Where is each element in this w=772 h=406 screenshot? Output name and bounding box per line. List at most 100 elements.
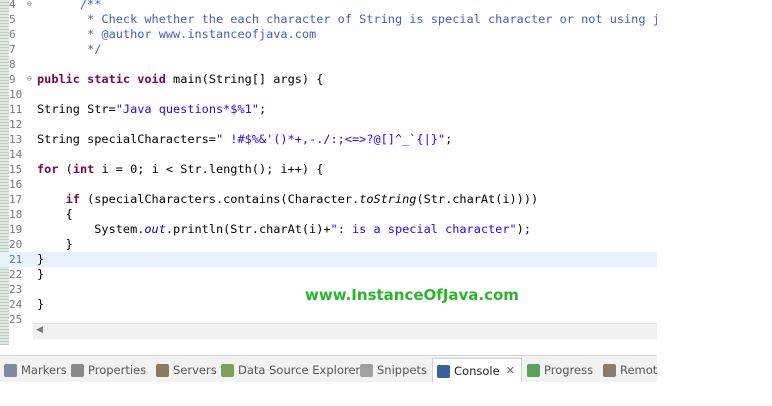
code-token: i = 0; i < Str.length(); i++) { (101, 162, 324, 176)
code-line[interactable]: 13 String specialCharacters=" !#$%&'()*+,… (0, 132, 657, 147)
code-token: } (37, 252, 45, 266)
watermark-text: www.InstanceOfJava.com (305, 286, 519, 304)
code-line[interactable]: 20 } (0, 237, 657, 252)
code-text: String Str="Java questions*$%1"; (37, 102, 266, 117)
code-text: /** (37, 0, 102, 12)
code-token: "Java questions*$%1" (115, 102, 259, 116)
code-token: } (37, 297, 45, 311)
scroll-left-arrow-icon[interactable]: ◀ (36, 325, 43, 335)
code-text: } (37, 237, 73, 252)
code-line[interactable]: 19 System.out.println(Str.charAt(i)+": i… (0, 222, 657, 237)
servers-icon (156, 363, 169, 377)
code-token: */ (37, 42, 102, 56)
fold-toggle-icon[interactable]: ⊖ (27, 0, 33, 8)
line-number: 13 (9, 133, 23, 146)
line-number: 11 (9, 103, 23, 116)
tab-markers[interactable]: Markers (4, 360, 67, 380)
code-token: toString (359, 192, 417, 206)
tab-label: Servers (173, 363, 217, 377)
code-line[interactable]: 18 { (0, 207, 657, 222)
code-line[interactable]: 17 if (specialCharacters.contains(Charac… (0, 192, 657, 207)
line-number: 5 (9, 13, 16, 26)
tab-label: Properties (88, 363, 147, 377)
properties-icon (71, 363, 84, 377)
code-token: } (37, 237, 73, 251)
tab-console[interactable]: Console ✕ (432, 358, 522, 383)
snippets-icon (360, 363, 373, 377)
console-icon (437, 364, 450, 378)
code-line[interactable]: 10 (0, 87, 657, 102)
line-number: 17 (9, 193, 23, 206)
close-icon[interactable]: ✕ (506, 361, 515, 381)
code-token: " !#$%&'()*+,-./:;<=>?@[]^_`{|}" (215, 132, 446, 146)
code-token: } (37, 267, 45, 281)
line-number: 9 (9, 73, 16, 86)
code-token: int (72, 162, 102, 176)
line-number: 20 (9, 238, 23, 251)
tab-properties[interactable]: Properties (71, 360, 146, 380)
code-token: out (144, 222, 166, 236)
code-line[interactable]: 14 (0, 147, 657, 162)
remote-icon (603, 363, 616, 377)
code-line[interactable]: 22} (0, 267, 657, 282)
code-line[interactable]: 5 * Check whether the each character of … (0, 12, 657, 27)
fold-toggle-icon[interactable]: ⊖ (27, 75, 33, 83)
code-line[interactable]: 12 (0, 117, 657, 132)
code-token: System. (37, 222, 145, 236)
code-token: .println(Str.charAt(i)+ (165, 222, 331, 236)
line-number: 23 (9, 283, 23, 296)
line-number: 24 (9, 298, 23, 311)
code-token: if (65, 192, 88, 206)
code-token: String Str= (37, 102, 116, 116)
code-line[interactable]: 16 (0, 177, 657, 192)
code-line[interactable]: 21} (0, 252, 657, 267)
tab-progress[interactable]: Progress (527, 360, 593, 380)
code-text: public static void main(String[] args) { (37, 72, 323, 87)
horizontal-scrollbar[interactable]: ◀ (33, 323, 657, 339)
code-line[interactable]: 9 ⊖ public static void main(String[] args)… (0, 72, 657, 87)
code-token: ( (65, 162, 73, 176)
code-text: } (37, 297, 44, 312)
code-token: public static void (37, 72, 174, 86)
tab-data-source-explorer[interactable]: Data Source Explorer (221, 360, 360, 380)
markers-icon (4, 363, 17, 377)
line-number: 25 (9, 313, 23, 326)
code-line[interactable]: 6 * @author www.instanceofjava.com (0, 27, 657, 42)
tab-servers[interactable]: Servers (156, 360, 217, 380)
line-number: 14 (9, 148, 23, 161)
line-number: 8 (9, 58, 16, 71)
data-source-icon (221, 363, 234, 377)
code-text: System.out.println(Str.charAt(i)+": is a… (37, 222, 531, 237)
line-number: 16 (9, 178, 23, 191)
code-token: { (37, 207, 73, 221)
tab-snippets[interactable]: Snippets (360, 360, 427, 380)
code-text: for (int i = 0; i < Str.length(); i++) { (37, 162, 323, 177)
line-number: 22 (9, 268, 23, 281)
console-pane (0, 382, 657, 406)
code-text: if (specialCharacters.contains(Character… (37, 192, 539, 207)
code-text: */ (37, 42, 101, 57)
code-text: } (37, 267, 44, 282)
code-line[interactable]: 7 */ (0, 42, 657, 57)
code-token: ; (258, 102, 267, 116)
code-token: * Check whether the each character of St… (37, 12, 657, 26)
line-number: 12 (9, 118, 23, 131)
line-number: 4 (9, 0, 16, 11)
line-number: 7 (9, 43, 16, 56)
code-line[interactable]: 4 ⊖ /** (0, 0, 657, 12)
line-number: 10 (9, 88, 23, 101)
code-text: String specialCharacters=" !#$%&'()*+,-.… (37, 132, 452, 147)
code-text: * @author www.instanceofjava.com (37, 27, 316, 42)
code-line[interactable]: 11 String Str="Java questions*$%1"; (0, 102, 657, 117)
code-line[interactable]: 15 for (int i = 0; i < Str.length(); i++)… (0, 162, 657, 177)
tab-label: Progress (544, 363, 594, 377)
progress-icon (527, 363, 540, 377)
code-token: ": is a special character" (330, 222, 517, 236)
code-token: /** (37, 0, 102, 11)
tab-remote[interactable]: Remote (603, 360, 664, 380)
line-number: 15 (9, 163, 23, 176)
line-number: 19 (9, 223, 23, 236)
code-line[interactable]: 8 (0, 57, 657, 72)
tab-label: Console (454, 364, 500, 378)
